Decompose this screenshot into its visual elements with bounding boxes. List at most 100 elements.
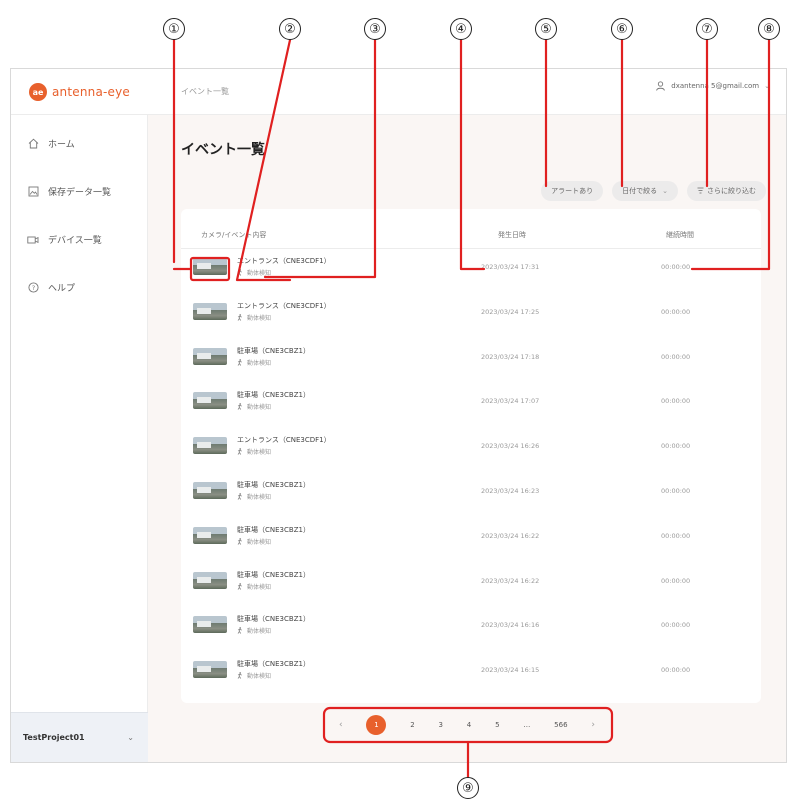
event-datetime: 2023/03/24 17:31	[481, 263, 540, 271]
pagination: ‹ 1 2 3 4 5 … 566 ›	[323, 708, 611, 742]
event-duration: 00:00:00	[661, 442, 691, 451]
event-type: 動体検知	[237, 268, 271, 277]
sidebar: ホーム 保存データ一覧 デバイス一覧 ? ヘルプ TestProject01 ⌄	[11, 115, 148, 762]
callout-8: ⑧	[758, 18, 780, 40]
next-page-button[interactable]: ›	[591, 720, 595, 730]
motion-icon	[237, 313, 242, 321]
motion-icon	[237, 582, 242, 590]
camera-thumbnail[interactable]	[193, 571, 227, 589]
page-last-button[interactable]: 566	[554, 721, 567, 729]
breadcrumb: イベント一覧	[181, 87, 229, 96]
more-filter-button[interactable]: さらに絞り込む	[687, 181, 766, 201]
camera-icon	[27, 234, 39, 246]
event-duration: 00:00:00	[661, 531, 691, 540]
event-duration: 00:00:00	[661, 352, 691, 361]
camera-name: 駐車場（CNE3CBZ1）	[237, 660, 310, 669]
motion-icon	[237, 403, 242, 411]
column-header-camera[interactable]: カメラ/イベント内容	[201, 230, 266, 240]
page-3-button[interactable]: 3	[439, 721, 443, 729]
sidebar-item-home[interactable]: ホーム	[27, 137, 75, 150]
callout-3: ③	[364, 18, 386, 40]
event-type-label: 動体検知	[247, 538, 272, 546]
event-datetime: 2023/03/24 16:22	[481, 576, 540, 585]
top-bar: ae antenna-eye イベント一覧 dxantenna 5@gmail.…	[11, 69, 786, 115]
camera-thumbnail[interactable]	[193, 616, 227, 634]
date-filter-dropdown[interactable]: 日付で絞る ⌄	[612, 181, 678, 201]
event-duration: 00:00:00	[661, 487, 691, 495]
table-row[interactable]: 駐車場（CNE3CBZ1） 動体検知 2023/03/24 16:16 00:00:0…	[181, 609, 761, 654]
event-type: 動体検知	[237, 402, 271, 411]
event-type-label: 動体検知	[247, 359, 272, 367]
user-icon	[656, 81, 666, 91]
event-type-label: 動体検知	[247, 404, 272, 412]
camera-name: 駐車場（CNE3CBZ1）	[237, 481, 310, 489]
table-row[interactable]: 駐車場（CNE3CBZ1） 動体検知 2023/03/24 16:23 00:00:0…	[181, 475, 761, 520]
page-ellipsis: …	[523, 721, 531, 729]
home-icon	[27, 138, 39, 150]
event-duration: 00:00:00	[661, 621, 691, 630]
motion-icon	[237, 358, 242, 366]
event-type-label: 動体検知	[247, 314, 272, 322]
table-header: カメラ/イベント内容 発生日時 継続時間	[181, 209, 761, 249]
alert-filter-button[interactable]: アラートあり	[541, 181, 604, 201]
sidebar-item-label: 保存データ一覧	[48, 188, 112, 198]
filter-bar: アラートあり 日付で絞る ⌄ さらに絞り込む	[532, 181, 766, 201]
page-1-button[interactable]: 1	[366, 715, 387, 735]
camera-name: 駐車場（CNE3CBZ1）	[237, 615, 310, 624]
camera-thumbnail[interactable]	[193, 661, 227, 679]
event-duration: 00:00:00	[661, 263, 691, 271]
table-row[interactable]: エントランス（CNE3CDF1） 動体検知 2023/03/24 17:31 00:0…	[181, 251, 761, 296]
motion-icon	[237, 448, 242, 455]
chevron-down-icon: ⌄	[127, 733, 134, 742]
camera-thumbnail[interactable]	[193, 302, 227, 320]
camera-thumbnail[interactable]	[193, 258, 227, 275]
page-2-button[interactable]: 2	[410, 721, 414, 729]
sidebar-item-saved-data[interactable]: 保存データ一覧	[27, 185, 111, 198]
motion-icon	[237, 269, 242, 276]
callout-4: ④	[450, 18, 472, 40]
event-datetime: 2023/03/24 16:16	[481, 621, 540, 630]
event-table: カメラ/イベント内容 発生日時 継続時間 エントランス（CNE3CDF1） 動体検…	[181, 209, 761, 703]
table-row[interactable]: 駐車場（CNE3CBZ1） 動体検知 2023/03/24 16:22 00:00:0…	[181, 565, 761, 610]
camera-thumbnail[interactable]	[193, 482, 227, 499]
table-row[interactable]: 駐車場（CNE3CBZ1） 動体検知 2023/03/24 16:22 00:00:0…	[181, 520, 761, 565]
camera-thumbnail[interactable]	[193, 392, 227, 410]
event-type-label: 動体検知	[247, 449, 272, 457]
column-header-datetime[interactable]: 発生日時	[498, 230, 526, 240]
event-type-label: 動体検知	[247, 673, 272, 681]
page-4-button[interactable]: 4	[467, 721, 471, 729]
sidebar-item-devices[interactable]: デバイス一覧	[27, 233, 102, 246]
table-row[interactable]: エントランス（CNE3CDF1） 動体検知 2023/03/24 17:25 00:0…	[181, 296, 761, 341]
page-5-button[interactable]: 5	[495, 721, 499, 729]
callout-1: ①	[163, 18, 185, 40]
event-type-label: 動体検知	[247, 270, 272, 277]
callout-6: ⑥	[611, 18, 633, 40]
page-title: イベント一覧	[181, 142, 265, 158]
table-row[interactable]: 駐車場（CNE3CBZ1） 動体検知 2023/03/24 16:15 00:00:0…	[181, 654, 761, 699]
table-row[interactable]: 駐車場（CNE3CBZ1） 動体検知 2023/03/24 17:18 00:00:0…	[181, 341, 761, 386]
camera-name: エントランス（CNE3CDF1）	[237, 301, 331, 310]
event-duration: 00:00:00	[661, 666, 691, 675]
more-filter-label: さらに絞り込む	[707, 187, 756, 195]
event-datetime: 2023/03/24 16:23	[481, 487, 540, 495]
column-header-duration[interactable]: 継続時間	[666, 230, 694, 240]
table-row[interactable]: エントランス（CNE3CDF1） 動体検知 2023/03/24 16:26 00:0…	[181, 430, 761, 475]
user-menu[interactable]: dxantenna 5@gmail.com ⌄	[656, 81, 770, 91]
table-row[interactable]: 駐車場（CNE3CBZ1） 動体検知 2023/03/24 17:07 00:00:0…	[181, 385, 761, 430]
project-selector[interactable]: TestProject01 ⌄	[11, 712, 148, 762]
chevron-down-icon: ⌄	[662, 187, 668, 195]
camera-name: 駐車場（CNE3CBZ1）	[237, 570, 310, 579]
camera-name: エントランス（CNE3CDF1）	[237, 257, 331, 265]
logo[interactable]: ae antenna-eye	[29, 83, 130, 101]
camera-thumbnail[interactable]	[193, 437, 227, 455]
chevron-down-icon: ⌄	[764, 82, 770, 90]
event-type: 動体検知	[237, 492, 271, 501]
sidebar-item-help[interactable]: ? ヘルプ	[27, 281, 75, 294]
prev-page-button[interactable]: ‹	[339, 720, 343, 730]
callout-5: ⑤	[535, 18, 557, 40]
event-datetime: 2023/03/24 17:18	[481, 352, 540, 361]
callout-7: ⑦	[696, 18, 718, 40]
callout-9: ⑨	[457, 777, 479, 799]
camera-thumbnail[interactable]	[193, 526, 227, 544]
camera-thumbnail[interactable]	[193, 347, 227, 365]
